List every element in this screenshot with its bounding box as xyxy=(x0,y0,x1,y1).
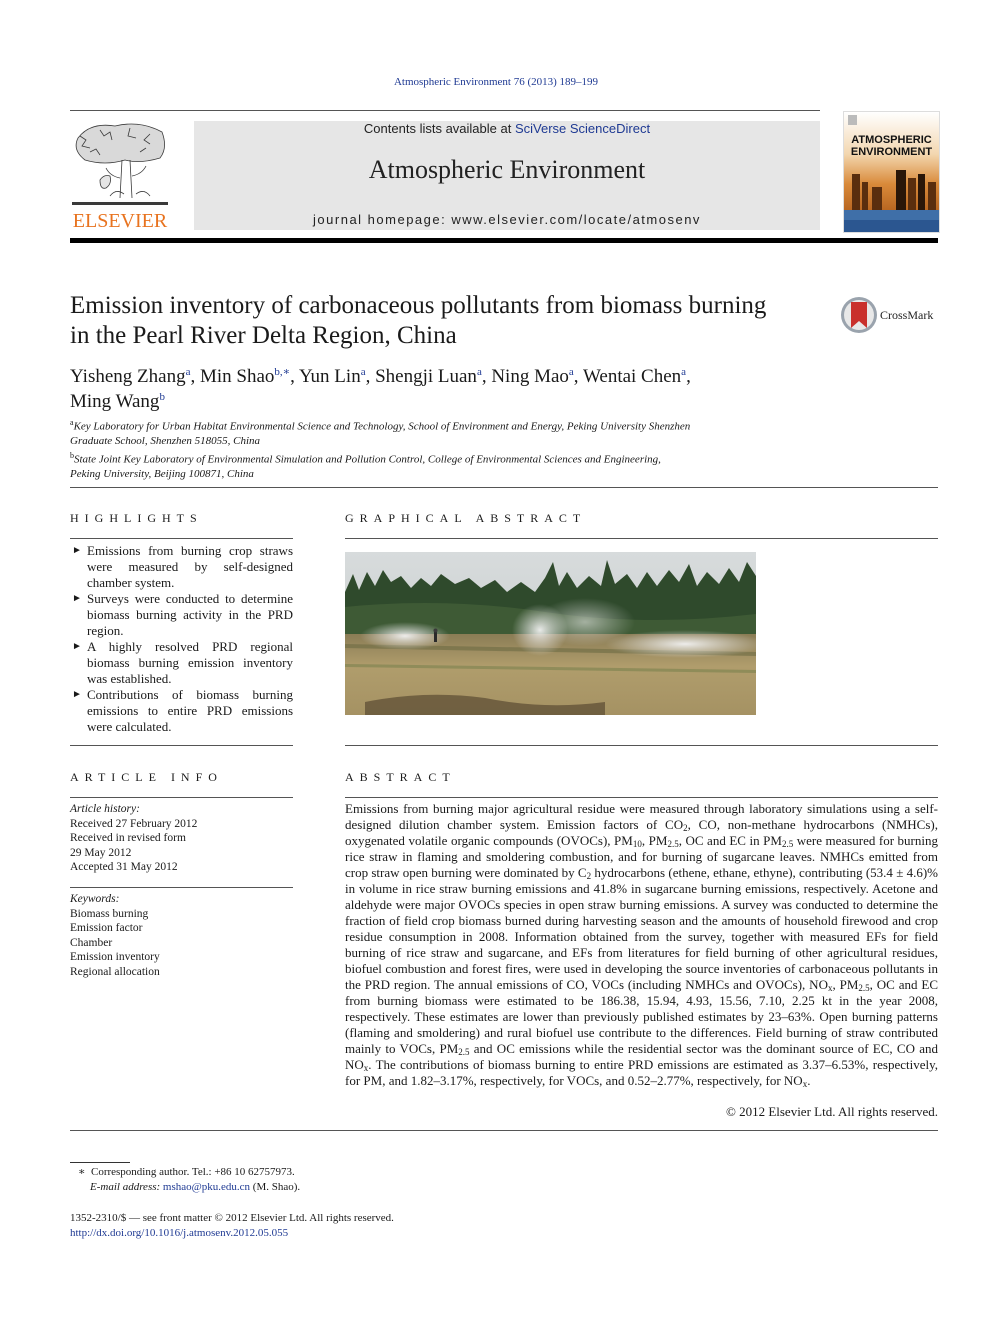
author-affiliation-ref[interactable]: a xyxy=(477,366,482,378)
author[interactable]: Yisheng Zhanga xyxy=(70,366,190,387)
affiliation-a: aKey Laboratory for Urban Habitat Enviro… xyxy=(70,418,691,448)
keyword: Biomass burning xyxy=(70,907,149,920)
author-affiliation-ref[interactable]: b xyxy=(159,391,165,403)
author-affiliation-ref[interactable]: a xyxy=(186,366,191,378)
section-rule xyxy=(70,487,938,488)
history-item: Received 27 February 2012 xyxy=(70,817,198,830)
author-affiliation-ref[interactable]: b,∗ xyxy=(274,366,290,378)
graphical-abstract-rule xyxy=(345,538,938,539)
highlight-item: ► Emissions from burning crop straws were… xyxy=(72,543,293,590)
author-affiliation-ref[interactable]: a xyxy=(361,366,366,378)
article-title: Emission inventory of carbonaceous pollu… xyxy=(70,291,830,351)
highlight-item: ► A highly resolved PRD regional biomass … xyxy=(72,639,293,686)
keyword: Regional allocation xyxy=(70,965,160,978)
sciencedirect-link[interactable]: SciVerse ScienceDirect xyxy=(515,121,650,136)
highlights-heading: HIGHLIGHTS xyxy=(70,511,203,525)
bullet-arrow-icon: ► xyxy=(72,689,82,700)
cover-title-2: ENVIRONMENT xyxy=(851,146,933,158)
author[interactable]: Wentai Chena xyxy=(583,366,686,387)
journal-citation-link[interactable]: Atmospheric Environment 76 (2013) 189–19… xyxy=(0,76,992,88)
footnote-star: ∗ xyxy=(78,1166,86,1178)
bullet-arrow-icon: ► xyxy=(72,593,82,604)
abstract-heading: ABSTRACT xyxy=(345,770,456,784)
journal-cover[interactable]: ATMOSPHERIC ENVIRONMENT xyxy=(843,111,940,233)
elsevier-logo[interactable]: ELSEVIER xyxy=(70,118,170,233)
history-item: 29 May 2012 xyxy=(70,846,132,859)
highlights-rule xyxy=(70,538,293,539)
author-list: Yisheng Zhanga, Min Shaob,∗, Yun Lina, S… xyxy=(70,366,691,412)
author-affiliation-ref[interactable]: a xyxy=(681,366,686,378)
keywords-label: Keywords: xyxy=(70,893,120,905)
abstract-text: Emissions from burning major agricultura… xyxy=(345,801,938,1089)
bullet-arrow-icon: ► xyxy=(72,641,82,652)
keyword: Emission inventory xyxy=(70,951,160,963)
article-history: Article history: Received 27 February 20… xyxy=(70,802,293,875)
graphical-abstract-heading: GRAPHICAL ABSTRACT xyxy=(345,511,587,525)
abstract-bottom-rule xyxy=(70,1130,938,1131)
crossmark-button[interactable]: CrossMark xyxy=(840,296,950,336)
bullet-arrow-icon: ► xyxy=(72,545,82,556)
keyword: Emission factor xyxy=(70,922,143,934)
article-info-heading: ARTICLE INFO xyxy=(70,770,223,784)
header-rule xyxy=(70,110,820,111)
graphical-abstract-bottom-rule xyxy=(345,745,938,746)
field-burning-photo xyxy=(345,552,756,715)
header-thick-rule xyxy=(70,238,938,243)
graphical-abstract-image[interactable] xyxy=(345,552,756,715)
article-history-label: Article history: xyxy=(70,803,140,815)
email-label: E-mail address: xyxy=(90,1181,161,1193)
author[interactable]: Yun Lina xyxy=(299,366,366,387)
keyword: Chamber xyxy=(70,936,113,949)
affiliation-b: bState Joint Key Laboratory of Environme… xyxy=(70,450,661,480)
cover-title-1: ATMOSPHERIC xyxy=(851,134,932,146)
author-affiliation-ref[interactable]: a xyxy=(569,366,574,378)
history-item: Accepted 31 May 2012 xyxy=(70,861,178,873)
history-item: Received in revised form xyxy=(70,832,186,844)
journal-name: Atmospheric Environment xyxy=(368,155,646,184)
email-link[interactable]: mshao@pku.edu.cn xyxy=(163,1181,250,1193)
author[interactable]: Ning Maoa xyxy=(491,366,573,387)
author[interactable]: Shengji Luana xyxy=(375,366,482,387)
footnote-rule xyxy=(70,1162,130,1163)
elsevier-wordmark: ELSEVIER xyxy=(72,210,168,232)
affiliations: aKey Laboratory for Urban Habitat Enviro… xyxy=(70,416,790,481)
contents-available: Contents lists available at SciVerse Sci… xyxy=(194,121,820,136)
keywords: Keywords: Biomass burning Emission facto… xyxy=(70,892,293,979)
title-line-1: Emission inventory of carbonaceous pollu… xyxy=(70,292,767,319)
doi-link[interactable]: http://dx.doi.org/10.1016/j.atmosenv.201… xyxy=(70,1226,288,1241)
journal-homepage[interactable]: journal homepage: www.elsevier.com/locat… xyxy=(194,212,820,227)
highlight-item: ► Surveys were conducted to determine bio… xyxy=(72,591,293,638)
journal-cover-image: ATMOSPHERIC ENVIRONMENT xyxy=(844,112,939,232)
highlight-item: ► Contributions of biomass burning emissi… xyxy=(72,687,293,734)
email-note: E-mail address: mshao@pku.edu.cn (M. Sha… xyxy=(90,1181,301,1193)
contents-prefix: Contents lists available at xyxy=(363,121,515,136)
crossmark-label: CrossMark xyxy=(880,308,934,322)
elsevier-tree-icon xyxy=(72,123,168,205)
author[interactable]: Ming Wangb xyxy=(70,391,165,412)
highlights-list: ► Emissions from burning crop straws were… xyxy=(70,543,293,735)
title-line-2: in the Pearl River Delta Region, China xyxy=(70,322,457,349)
abstract-rule xyxy=(345,797,938,798)
article-info-rule xyxy=(70,797,293,798)
issn-line: 1352-2310/$ — see front matter © 2012 El… xyxy=(70,1212,394,1224)
author[interactable]: Min Shaob,∗ xyxy=(200,366,290,387)
highlights-bottom-rule xyxy=(70,745,293,746)
abstract-copyright: © 2012 Elsevier Ltd. All rights reserved… xyxy=(725,1104,938,1119)
corresponding-author-note: ∗ Corresponding author. Tel.: +86 10 627… xyxy=(78,1166,295,1178)
keywords-rule xyxy=(70,887,293,888)
crossmark-icon xyxy=(841,297,877,333)
